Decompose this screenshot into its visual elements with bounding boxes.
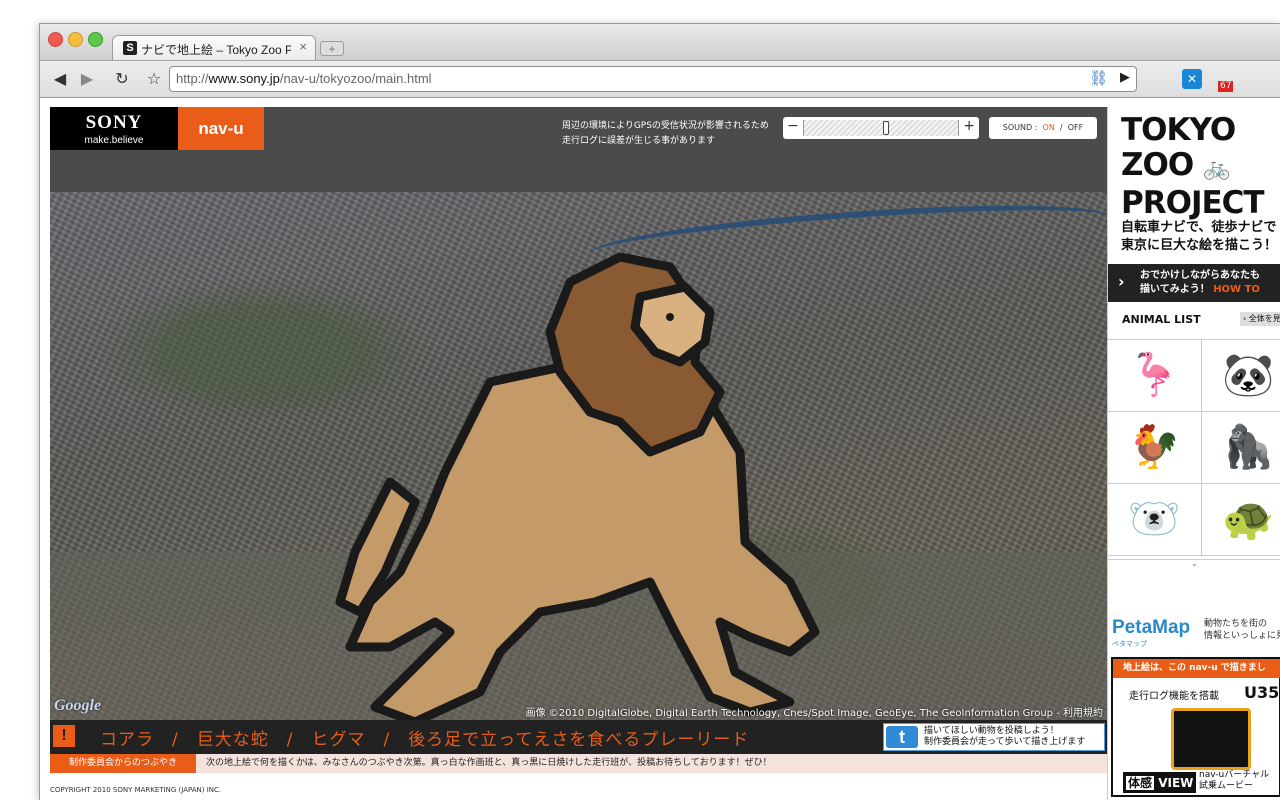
calendar-extension-icon[interactable]: 67 [1218,67,1240,92]
ad-feature: 走行ログ機能を搭載 [1129,691,1219,702]
page-content: SONY make.believe nav-u 周辺の環境によりGPSの受信状況… [50,107,1280,800]
taiken-view-button[interactable]: 体感 VIEW [1123,772,1197,793]
reload-icon[interactable]: ↻ [112,67,132,91]
twitter-post-button[interactable]: t 描いてほしい動物を投稿しよう！ 制作委員会が走って歩いて描き上げます [883,723,1105,751]
tab-title: ナビで地上絵 – Tokyo Zoo Pro [141,43,291,57]
sound-separator: / [1059,123,1063,132]
flamingo-icon[interactable]: 🦩 [1108,340,1202,412]
gorilla-icon[interactable]: 🦍 [1202,412,1280,484]
animal-ticker: ! コアラ / 巨大な蛇 / ヒグマ / 後ろ足で立ってえさを食べるプレーリード… [50,720,1107,754]
turtle-icon[interactable]: 🐢 [1202,484,1280,556]
satellite-map[interactable]: Google 画像 ©2010 DigitalGlobe, Digital Ea… [50,192,1107,720]
requested-animals[interactable]: コアラ / 巨大な蛇 / ヒグマ / 後ろ足で立ってえさを食べるプレーリード [100,725,749,750]
zoom-control: − + [783,117,979,139]
nav-u-ad[interactable]: 地上絵は、この nav-u で描きまし 走行ログ機能を搭載 U35 体感 VIE… [1111,657,1280,797]
ad-header: 地上絵は、この nav-u で描きまし [1113,659,1280,678]
minimize-window-button[interactable] [68,32,83,47]
project-title: TOKYO ZOO 🚲 PROJECT [1121,112,1265,221]
chevron-right-icon: › [1118,272,1125,291]
forward-icon[interactable]: ▶ [77,67,97,91]
browser-tab[interactable]: S ナビで地上絵 – Tokyo Zoo Pro × [112,35,316,60]
view-all-button[interactable]: › 全体を見 [1240,312,1280,326]
url-text: http://www.sony.jp/nav-u/tokyozoo/main.h… [176,71,432,86]
sony-logo[interactable]: SONY make.believe [50,107,178,150]
extension-icon[interactable]: ✕ [1182,69,1202,89]
tab-close-icon[interactable]: × [299,39,307,54]
list-scroll-down-icon[interactable]: ⌄ [1108,559,1280,568]
bicycle-icon: 🚲 [1202,156,1230,181]
chicken-icon[interactable]: 🐓 [1108,412,1202,484]
committee-message: 次の地上絵で何を描くかは、みなさんのつぶやき次第。真っ白な作画班と、真っ黒に日焼… [206,758,772,768]
animal-grid: 🦩 🐼 🐓 🦍 🐻‍❄️ 🐢 [1108,339,1280,560]
zoom-window-button[interactable] [88,32,103,47]
panda-icon[interactable]: 🐼 [1202,340,1280,412]
howto-banner[interactable]: › おでかけしながらあなたも 描いてみよう！ HOW TO [1108,264,1280,302]
committee-label: 制作委員会からのつぶやき [50,754,196,773]
sound-off-button[interactable]: OFF [1068,123,1084,132]
address-bar[interactable]: http://www.sony.jp/nav-u/tokyozoo/main.h… [169,66,1137,92]
sony-favicon-icon: S [123,41,137,55]
sound-label: SOUND : [1002,123,1038,132]
animal-list-heading: ANIMAL LIST [1122,313,1201,326]
ad-description: nav-uバーチャル 試乗ムービー [1199,770,1270,791]
sound-on-button[interactable]: ON [1043,123,1055,132]
zoom-out-button[interactable]: − [787,118,799,134]
new-tab-button[interactable]: + [320,41,344,56]
map-credit[interactable]: 画像 ©2010 DigitalGlobe, Digital Earth Tec… [526,704,1103,719]
ad-model: U35 [1244,683,1280,702]
play-icon[interactable]: ▶ [1120,70,1130,85]
zoom-slider-handle[interactable] [883,121,889,135]
committee-tweet: 制作委員会からのつぶやき 次の地上絵で何を描くかは、みなさんのつぶやき次第。真っ… [50,754,1107,773]
zoom-in-button[interactable]: + [963,118,975,134]
copyright: COPYRIGHT 2010 SONY MARKETING (JAPAN) IN… [50,786,222,794]
browser-toolbar: ◀ ▶ ↻ ☆ http://www.sony.jp/nav-u/tokyozo… [40,61,1280,98]
petamap-logo[interactable]: PetaMap ペタマップ [1112,617,1190,649]
twitter-text: 描いてほしい動物を投稿しよう！ 制作委員会が走って歩いて描き上げます [924,726,1086,747]
twitter-icon: t [886,726,918,748]
polar-bear-icon[interactable]: 🐻‍❄️ [1108,484,1202,556]
alert-icon: ! [53,725,75,747]
close-window-button[interactable] [48,32,63,47]
lion-drawing [335,252,820,720]
nav-u-logo[interactable]: nav-u [178,107,264,150]
project-subtitle: 自転車ナビで、徒歩ナビで 東京に巨大な絵を描こう！ [1121,220,1278,253]
page-header: SONY make.believe nav-u 周辺の環境によりGPSの受信状況… [50,107,1107,192]
zoom-slider[interactable] [803,120,959,136]
side-panel: TOKYO ZOO 🚲 PROJECT 自転車ナビで、徒歩ナビで 東京に巨大な絵… [1107,107,1280,800]
gps-notice: 周辺の環境によりGPSの受信状況が影響されるため 走行ログに誤差が生じる事があり… [562,121,769,146]
sound-toggle: SOUND : ON / OFF [989,117,1097,139]
howto-link: HOW TO [1213,284,1260,295]
link-icon[interactable]: ⛓ [1089,69,1108,87]
petamap-description: 動物たちを街の 情報といっしょに見 [1204,619,1280,641]
back-icon[interactable]: ◀ [50,67,70,91]
google-logo: Google [54,697,102,714]
browser-window: S ナビで地上絵 – Tokyo Zoo Pro × + ◀ ▶ ↻ ☆ htt… [40,24,1280,800]
tab-strip: S ナビで地上絵 – Tokyo Zoo Pro × + [40,24,1280,61]
bookmark-star-icon[interactable]: ☆ [144,67,164,91]
desktop: S ナビで地上絵 – Tokyo Zoo Pro × + ◀ ▶ ↻ ☆ htt… [0,0,1280,800]
navigation-device-image [1171,708,1251,770]
